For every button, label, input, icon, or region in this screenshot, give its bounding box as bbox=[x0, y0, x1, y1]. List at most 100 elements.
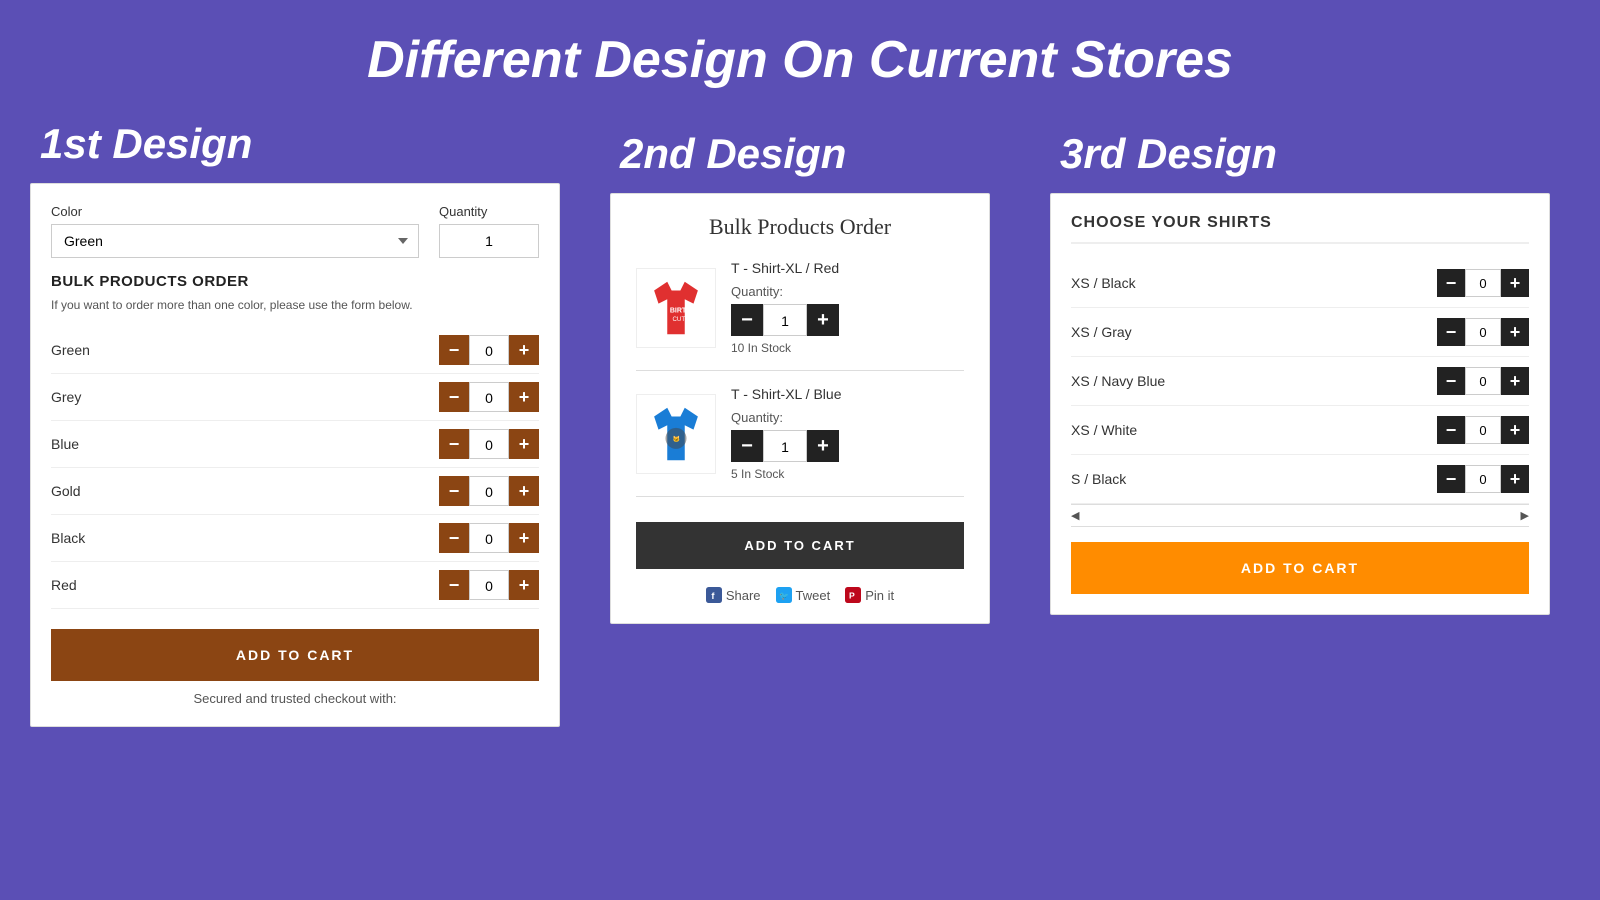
decrement-d1-2[interactable]: − bbox=[439, 429, 469, 459]
design2-section: 2nd Design Bulk Products Order BIRTHDAY … bbox=[610, 120, 1030, 624]
svg-text:BIRTHDAY: BIRTHDAY bbox=[670, 307, 706, 314]
decrement-d3-2[interactable]: − bbox=[1437, 367, 1465, 395]
quantity-input[interactable] bbox=[439, 224, 539, 258]
qty-d3-3: 0 bbox=[1465, 416, 1501, 444]
bulk-row: Gold − 0 + bbox=[51, 468, 539, 515]
decrement-d1-5[interactable]: − bbox=[439, 570, 469, 600]
increment-d3-0[interactable]: + bbox=[1501, 269, 1529, 297]
design2-card: Bulk Products Order BIRTHDAY CUT T - Shi… bbox=[610, 193, 990, 624]
social-row: f Share 🐦 Tweet P Pin it bbox=[636, 587, 964, 603]
decrement-d1-0[interactable]: − bbox=[439, 335, 469, 365]
shirt-label-4: S / Black bbox=[1071, 471, 1437, 487]
bulk-subtitle: If you want to order more than one color… bbox=[51, 298, 539, 312]
quantity-label: Quantity bbox=[439, 204, 539, 219]
stepper-blue: − 1 + bbox=[731, 430, 964, 462]
bulk-row: Green − 0 + bbox=[51, 327, 539, 374]
increment-d1-3[interactable]: + bbox=[509, 476, 539, 506]
increment-d3-2[interactable]: + bbox=[1501, 367, 1529, 395]
qty-d1-5: 0 bbox=[469, 570, 509, 600]
tweet-text: Tweet bbox=[796, 588, 831, 603]
product-row-red: BIRTHDAY CUT T - Shirt-XL / Red Quantity… bbox=[636, 260, 964, 371]
increment-d1-0[interactable]: + bbox=[509, 335, 539, 365]
product-name-blue: T - Shirt-XL / Blue bbox=[731, 386, 964, 402]
bulk-row-label: Blue bbox=[51, 436, 439, 452]
increment-d1-5[interactable]: + bbox=[509, 570, 539, 600]
product-info-red: T - Shirt-XL / Red Quantity: − 1 + 10 In… bbox=[731, 260, 964, 355]
decrement-d3-0[interactable]: − bbox=[1437, 269, 1465, 297]
product-image-blue: 🐱 bbox=[636, 394, 716, 474]
decrement-d1-1[interactable]: − bbox=[439, 382, 469, 412]
tweet-link[interactable]: 🐦 Tweet bbox=[776, 587, 831, 603]
increment-d1-1[interactable]: + bbox=[509, 382, 539, 412]
increment-d3-1[interactable]: + bbox=[1501, 318, 1529, 346]
stepper-d1-4: − 0 + bbox=[439, 523, 539, 553]
shirt-label-3: XS / White bbox=[1071, 422, 1437, 438]
stepper-d3-3: − 0 + bbox=[1437, 416, 1529, 444]
shirt-row: XS / Gray − 0 + bbox=[1071, 308, 1529, 357]
decrement-d1-3[interactable]: − bbox=[439, 476, 469, 506]
stepper-d1-0: − 0 + bbox=[439, 335, 539, 365]
bulk-rows: Green − 0 + Grey − 0 + Blue − 0 + Gold bbox=[51, 327, 539, 609]
shirt-label-1: XS / Gray bbox=[1071, 324, 1437, 340]
shirt-row: XS / Navy Blue − 0 + bbox=[1071, 357, 1529, 406]
choose-title: CHOOSE YOUR SHIRTS bbox=[1071, 214, 1529, 244]
qty-d3-0: 0 bbox=[1465, 269, 1501, 297]
increment-d1-2[interactable]: + bbox=[509, 429, 539, 459]
bulk-row-label: Black bbox=[51, 530, 439, 546]
stepper-d3-1: − 0 + bbox=[1437, 318, 1529, 346]
stepper-d3-4: − 0 + bbox=[1437, 465, 1529, 493]
svg-text:🐱: 🐱 bbox=[673, 435, 681, 443]
increment-d3-3[interactable]: + bbox=[1501, 416, 1529, 444]
qty-d1-2: 0 bbox=[469, 429, 509, 459]
increment-blue[interactable]: + bbox=[807, 430, 839, 462]
increment-d3-4[interactable]: + bbox=[1501, 465, 1529, 493]
stepper-red: − 1 + bbox=[731, 304, 964, 336]
design2-title: Bulk Products Order bbox=[636, 214, 964, 240]
design1-label: 1st Design bbox=[40, 120, 610, 168]
add-to-cart-button-3[interactable]: ADD TO CART bbox=[1071, 542, 1529, 594]
share-link[interactable]: f Share bbox=[706, 587, 761, 603]
stock-blue: 5 In Stock bbox=[731, 467, 964, 481]
bulk-row: Red − 0 + bbox=[51, 562, 539, 609]
design1-section: 1st Design Color Green Grey Blue Gold Bl… bbox=[30, 120, 610, 727]
stock-red: 10 In Stock bbox=[731, 341, 964, 355]
shirt-row: XS / White − 0 + bbox=[1071, 406, 1529, 455]
decrement-d1-4[interactable]: − bbox=[439, 523, 469, 553]
pin-text: Pin it bbox=[865, 588, 894, 603]
qty-value-blue: 1 bbox=[763, 430, 807, 462]
stepper-d1-3: − 0 + bbox=[439, 476, 539, 506]
design2-label: 2nd Design bbox=[620, 130, 1030, 178]
add-to-cart-button-1[interactable]: ADD TO CART bbox=[51, 629, 539, 681]
stepper-d1-2: − 0 + bbox=[439, 429, 539, 459]
stepper-d3-0: − 0 + bbox=[1437, 269, 1529, 297]
decrement-d3-4[interactable]: − bbox=[1437, 465, 1465, 493]
qty-d1-3: 0 bbox=[469, 476, 509, 506]
increment-d1-4[interactable]: + bbox=[509, 523, 539, 553]
add-to-cart-button-2[interactable]: ADD TO CART bbox=[636, 522, 964, 569]
product-info-blue: T - Shirt-XL / Blue Quantity: − 1 + 5 In… bbox=[731, 386, 964, 481]
product-name-red: T - Shirt-XL / Red bbox=[731, 260, 964, 276]
scroll-right: ▶ bbox=[1521, 509, 1529, 522]
stepper-d1-5: − 0 + bbox=[439, 570, 539, 600]
increment-red[interactable]: + bbox=[807, 304, 839, 336]
pin-link[interactable]: P Pin it bbox=[845, 587, 894, 603]
qty-label-blue: Quantity: bbox=[731, 410, 964, 425]
decrement-blue[interactable]: − bbox=[731, 430, 763, 462]
qty-d3-4: 0 bbox=[1465, 465, 1501, 493]
bulk-row-label: Gold bbox=[51, 483, 439, 499]
decrement-red[interactable]: − bbox=[731, 304, 763, 336]
stepper-d3-2: − 0 + bbox=[1437, 367, 1529, 395]
bulk-row: Blue − 0 + bbox=[51, 421, 539, 468]
bulk-row-label: Red bbox=[51, 577, 439, 593]
svg-text:🐦: 🐦 bbox=[779, 591, 789, 600]
decrement-d3-3[interactable]: − bbox=[1437, 416, 1465, 444]
qty-d3-2: 0 bbox=[1465, 367, 1501, 395]
secured-text: Secured and trusted checkout with: bbox=[51, 691, 539, 706]
bulk-row: Black − 0 + bbox=[51, 515, 539, 562]
shirt-label-0: XS / Black bbox=[1071, 275, 1437, 291]
design1-card: Color Green Grey Blue Gold Black Red Qua… bbox=[30, 183, 560, 727]
color-select[interactable]: Green Grey Blue Gold Black Red bbox=[51, 224, 419, 258]
shirt-rows: XS / Black − 0 + XS / Gray − 0 + XS / Na… bbox=[1071, 259, 1529, 504]
svg-text:P: P bbox=[849, 590, 855, 600]
decrement-d3-1[interactable]: − bbox=[1437, 318, 1465, 346]
